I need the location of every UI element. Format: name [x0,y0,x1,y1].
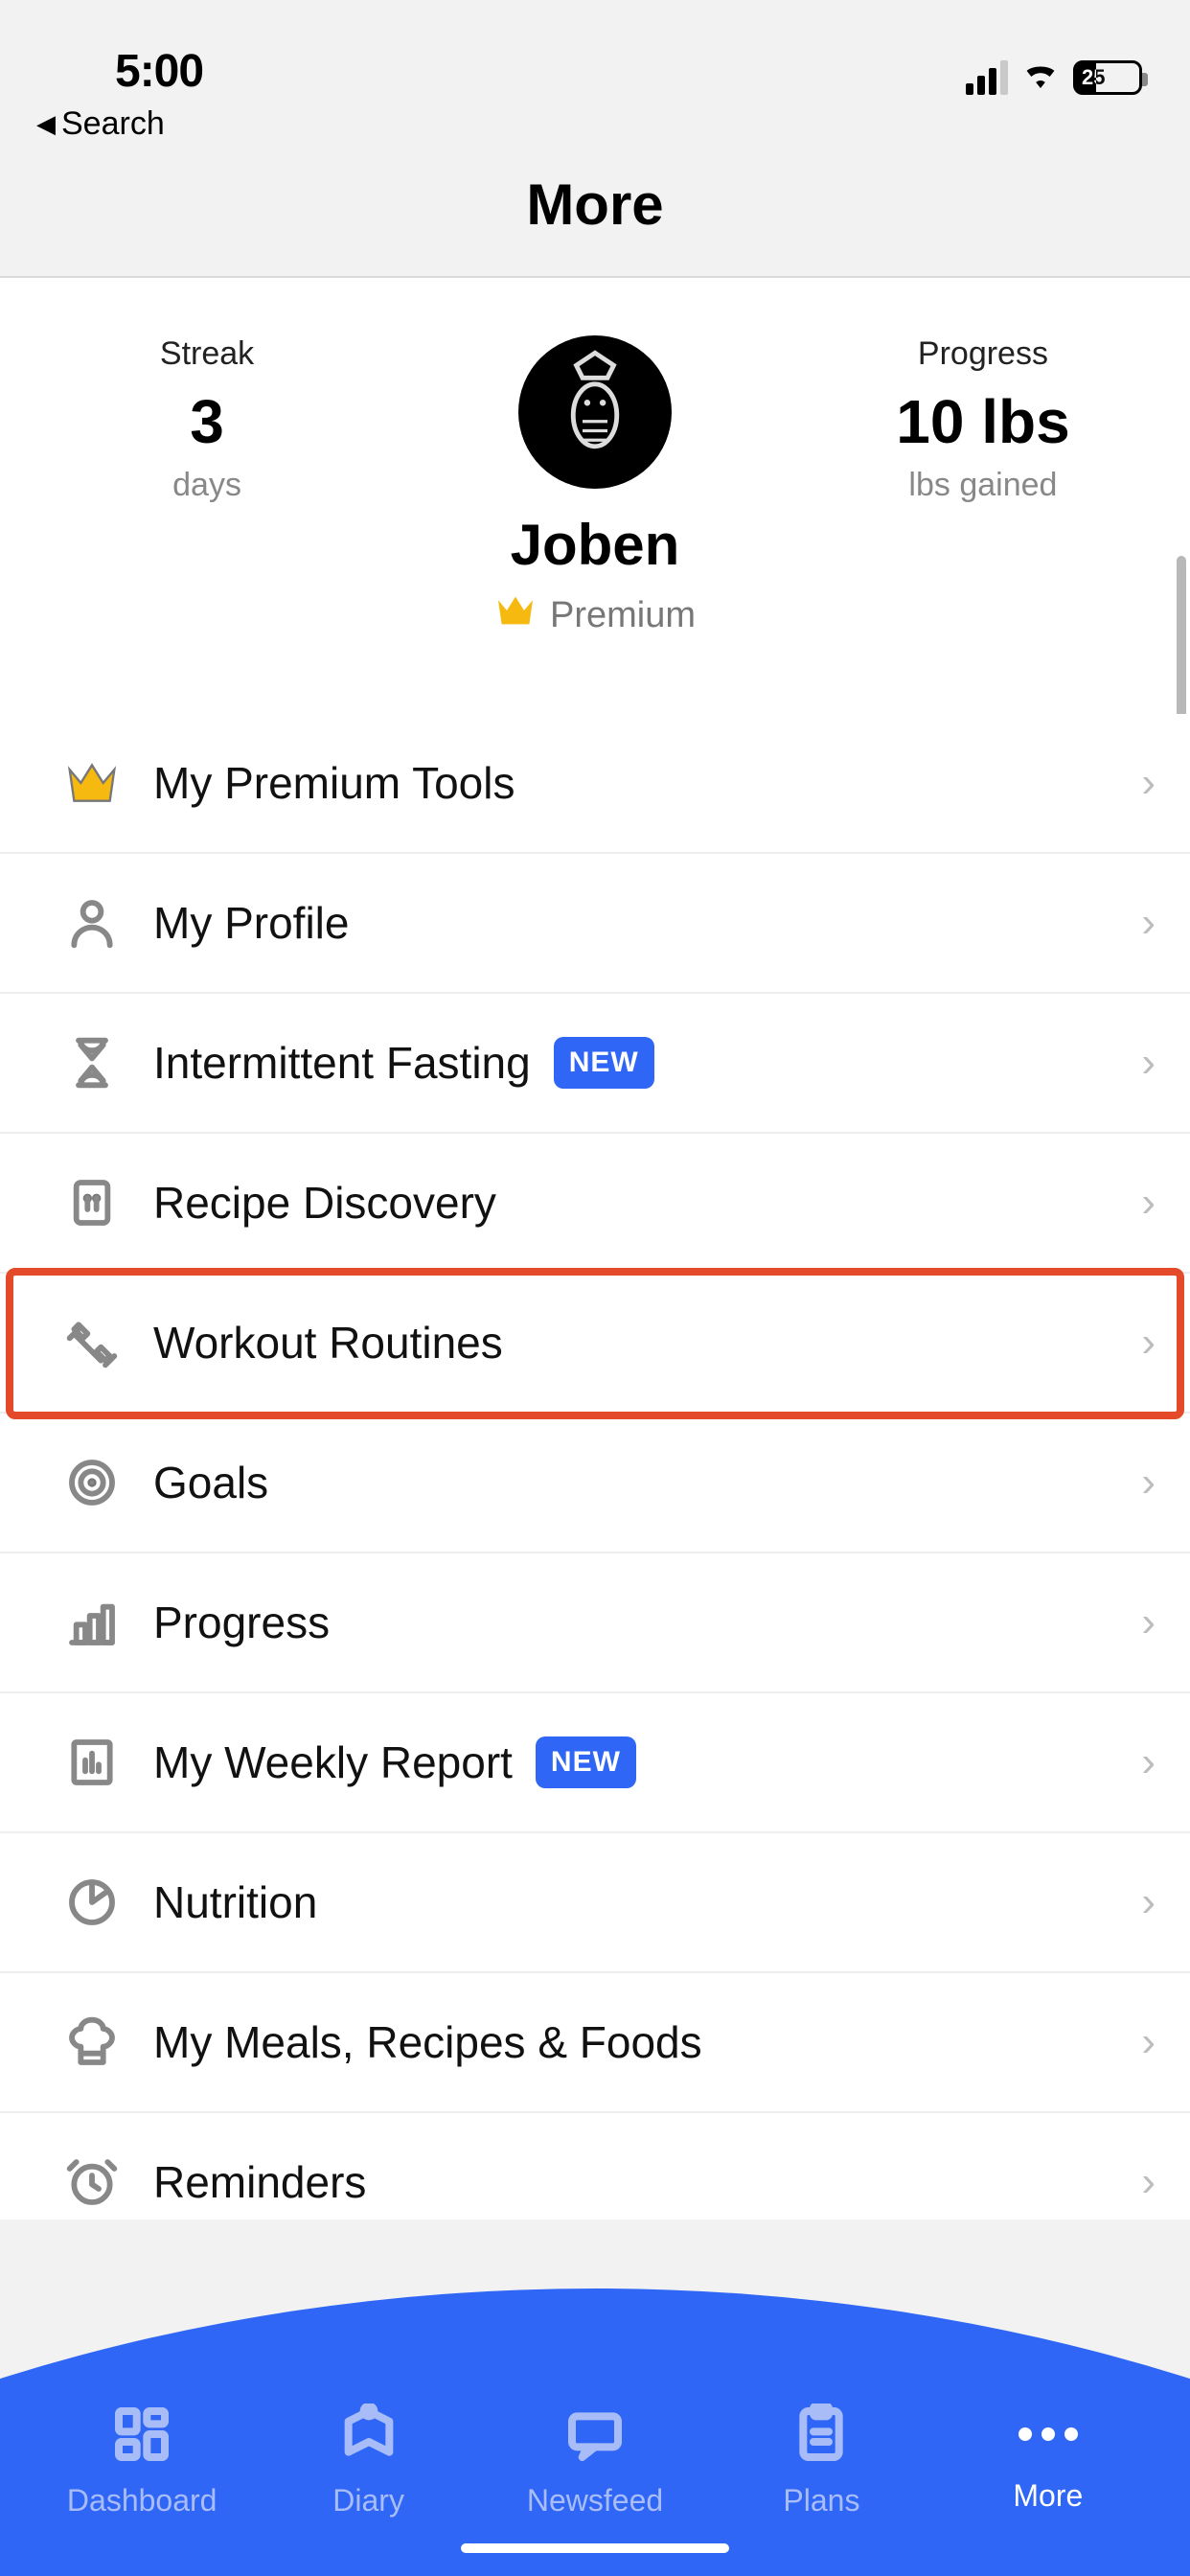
menu-label: My Premium Tools [130,757,1141,809]
newsfeed-icon [564,2404,626,2470]
status-icons: 25 [966,57,1142,98]
menu-row-meals-recipes-foods[interactable]: My Meals, Recipes & Foods› [0,1973,1190,2113]
chevron-right-icon: › [1141,1459,1156,1506]
battery-icon: 25 [1073,60,1142,95]
tab-plans[interactable]: Plans [708,2404,934,2518]
menu-row-my-profile[interactable]: My Profile› [0,854,1190,994]
streak-stat[interactable]: Streak 3 days [38,335,376,504]
menu-row-recipe-discovery[interactable]: Recipe Discovery› [0,1134,1190,1274]
pie-icon [54,1875,130,1929]
progress-sub: lbs gained [814,467,1152,504]
chevron-right-icon: › [1141,1179,1156,1227]
tab-label: Diary [332,2483,404,2518]
tab-newsfeed[interactable]: Newsfeed [482,2404,708,2518]
tab-diary[interactable]: Diary [255,2404,481,2518]
bars-icon [54,1596,130,1649]
tab-label: More [1013,2478,1083,2514]
menu-label: Goals [130,1457,1141,1508]
cellular-icon [966,60,1008,95]
premium-label: Premium [550,595,696,636]
tab-more[interactable]: More [935,2404,1161,2518]
chevron-right-icon: › [1141,2018,1156,2066]
menu-list: My Premium Tools›My Profile›Intermittent… [0,714,1190,2220]
menu-row-nutrition[interactable]: Nutrition› [0,1833,1190,1973]
tab-dashboard[interactable]: Dashboard [29,2404,255,2518]
profile-summary: Streak 3 days Joben Premium [0,278,1190,714]
tab-label: Newsfeed [527,2483,663,2518]
plans-icon [790,2404,852,2470]
home-indicator [461,2543,729,2553]
back-triangle-icon: ◀ [36,109,56,139]
chevron-right-icon: › [1141,1738,1156,1786]
username: Joben [376,512,814,578]
premium-badge: Premium [376,593,814,637]
chef-icon [54,2015,130,2069]
alarm-icon [54,2155,130,2209]
chevron-right-icon: › [1141,759,1156,807]
menu-row-premium-tools[interactable]: My Premium Tools› [0,714,1190,854]
hourglass-icon [54,1036,130,1090]
report-icon [54,1736,130,1789]
chevron-right-icon: › [1141,1598,1156,1646]
page-title: More [0,172,1190,276]
chevron-right-icon: › [1141,2158,1156,2206]
menu-label: Workout Routines [130,1317,1141,1368]
wifi-icon [1021,57,1060,98]
menu-label: My Meals, Recipes & Foods [130,2016,1141,2068]
back-label: Search [61,105,165,143]
tab-label: Dashboard [67,2483,217,2518]
more-icon [1018,2404,1079,2465]
streak-value: 3 [38,386,376,457]
menu-label: Progress [130,1597,1141,1648]
crown-icon [494,593,537,637]
new-badge: NEW [554,1037,654,1089]
menu-row-goals[interactable]: Goals› [0,1414,1190,1553]
recipe-icon [54,1176,130,1230]
progress-label: Progress [814,335,1152,373]
new-badge: NEW [536,1736,636,1788]
progress-value: 10 lbs [814,386,1152,457]
menu-row-weekly-report[interactable]: My Weekly ReportNEW› [0,1693,1190,1833]
menu-row-workout-routines[interactable]: Workout Routines› [0,1274,1190,1414]
dumbbell-icon [54,1316,130,1369]
chevron-right-icon: › [1141,1319,1156,1367]
tab-bar: Dashboard Diary Newsfeed Plans More [0,2212,1190,2576]
status-time: 5:00 [115,45,203,98]
profile-center[interactable]: Joben Premium [376,335,814,637]
menu-row-intermittent-fasting[interactable]: Intermittent FastingNEW› [0,994,1190,1134]
status-bar: 5:00 25 [0,0,1190,105]
menu-label: Nutrition [130,1876,1141,1928]
person-icon [54,896,130,950]
crown-icon [54,756,130,810]
content-scroll[interactable]: Streak 3 days Joben Premium [0,278,1190,2220]
menu-row-reminders[interactable]: Reminders› [0,2113,1190,2220]
back-search-button[interactable]: ◀ Search [36,105,165,143]
chevron-right-icon: › [1141,1878,1156,1926]
avatar-drawing-icon [542,350,648,474]
chevron-right-icon: › [1141,1039,1156,1087]
menu-label: My Profile [130,897,1141,949]
avatar[interactable] [518,335,672,489]
target-icon [54,1456,130,1509]
progress-stat[interactable]: Progress 10 lbs lbs gained [814,335,1152,504]
diary-icon [338,2404,400,2470]
menu-label: Intermittent FastingNEW [130,1037,1141,1089]
tab-label: Plans [783,2483,859,2518]
menu-label: My Weekly ReportNEW [130,1736,1141,1788]
streak-label: Streak [38,335,376,373]
menu-label: Recipe Discovery [130,1177,1141,1229]
menu-row-progress[interactable]: Progress› [0,1553,1190,1693]
chevron-right-icon: › [1141,899,1156,947]
streak-sub: days [38,467,376,504]
dashboard-icon [111,2404,172,2470]
menu-label: Reminders [130,2156,1141,2208]
